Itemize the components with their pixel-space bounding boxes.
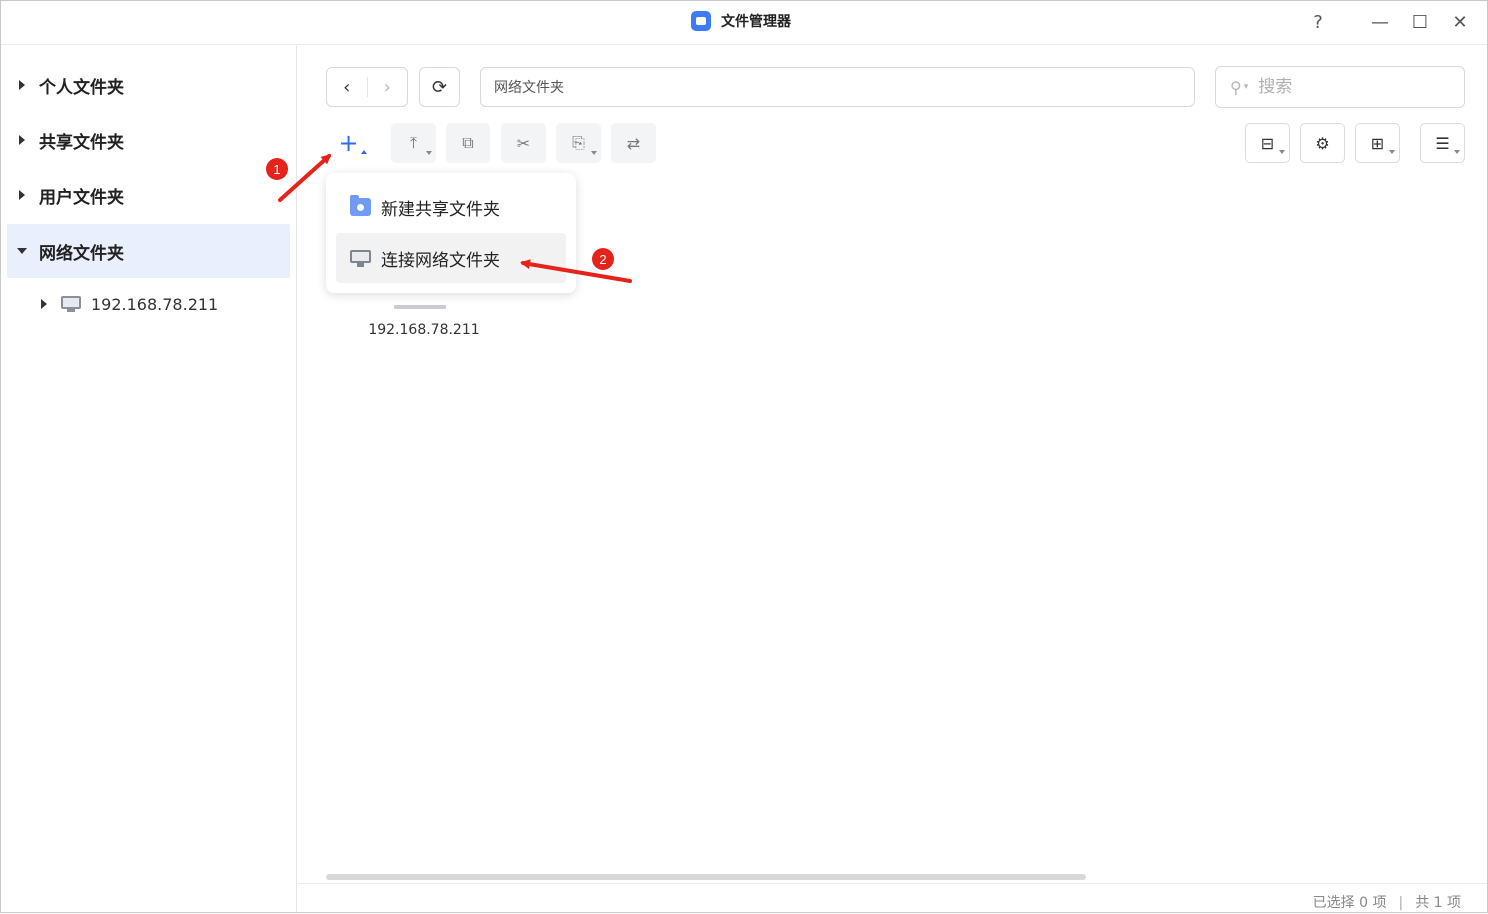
- paste-button[interactable]: ⎘: [556, 123, 601, 163]
- upload-icon: ⤒: [409, 133, 418, 152]
- search-icon: ⚲: [1230, 77, 1242, 97]
- tools-button[interactable]: ⊟: [1245, 123, 1290, 163]
- menu-item-label: 连接网络文件夹: [381, 250, 500, 271]
- sort-icon: ☰: [1435, 133, 1450, 153]
- dropdown-arrow-icon: [426, 151, 432, 155]
- sidebar-item-label: 个人文件夹: [39, 77, 124, 98]
- copy-button[interactable]: ⧉: [446, 123, 490, 163]
- file-manager-window: 文件管理器 ? — ☐ ✕ 个人文件夹 共享文件夹 用户文件夹 网络文件夹 19…: [0, 0, 1488, 913]
- annotation-step-1: 1: [266, 158, 288, 180]
- dropdown-arrow-icon: [591, 151, 597, 155]
- plus-icon: +: [338, 129, 359, 157]
- expand-arrow-icon[interactable]: [19, 80, 25, 90]
- copy-icon: ⧉: [462, 133, 474, 152]
- app-title: 文件管理器: [721, 14, 791, 30]
- sidebar-item-users[interactable]: 用户文件夹: [7, 168, 290, 222]
- maximize-button[interactable]: ☐: [1405, 7, 1435, 37]
- refresh-button[interactable]: ⟳: [419, 67, 460, 107]
- sidebar-item-shared[interactable]: 共享文件夹: [7, 113, 290, 167]
- new-button[interactable]: +: [326, 123, 371, 163]
- forward-button[interactable]: ›: [367, 68, 407, 106]
- cut-button[interactable]: ✂: [501, 123, 546, 163]
- move-icon: ⇄: [626, 133, 641, 153]
- expand-arrow-icon[interactable]: [41, 299, 47, 309]
- menu-item-connect-network-folder[interactable]: 连接网络文件夹: [336, 233, 566, 283]
- shared-folder-icon: [350, 195, 371, 216]
- sidebar-item-network[interactable]: 网络文件夹: [7, 224, 290, 278]
- sidebar-item-label: 用户文件夹: [39, 187, 124, 208]
- view-mode-button[interactable]: ⊞: [1355, 123, 1400, 163]
- status-bar: 已选择 0 项 | 共 1 项: [298, 883, 1487, 912]
- sidebar-item-label: 网络文件夹: [39, 243, 124, 264]
- path-text: 网络文件夹: [494, 80, 564, 96]
- dropdown-arrow-icon: [361, 150, 367, 154]
- status-text: 已选择 0 项 | 共 1 项: [1313, 892, 1461, 912]
- file-item-label: 192.168.78.211: [368, 322, 480, 338]
- selected-count: 已选择 0 项: [1312, 895, 1387, 911]
- sidebar-item-label: 共享文件夹: [39, 132, 124, 153]
- dropdown-arrow-icon: [1454, 150, 1460, 154]
- total-count: 共 1 项: [1415, 895, 1461, 911]
- dropdown-arrow-icon: [1389, 150, 1395, 154]
- paste-icon: ⎘: [572, 133, 585, 152]
- move-button[interactable]: ⇄: [611, 123, 656, 163]
- menu-item-new-shared-folder[interactable]: 新建共享文件夹: [336, 182, 566, 232]
- expand-arrow-icon[interactable]: [19, 135, 25, 145]
- help-button[interactable]: ?: [1303, 7, 1333, 37]
- minimize-button[interactable]: —: [1365, 7, 1395, 37]
- new-dropdown-menu: 新建共享文件夹 连接网络文件夹: [326, 173, 576, 293]
- sidebar-item-personal[interactable]: 个人文件夹: [7, 58, 290, 112]
- status-separator: |: [1398, 895, 1404, 911]
- gear-icon: ⚙: [1315, 133, 1330, 153]
- dropdown-arrow-icon: [1279, 150, 1285, 154]
- chevron-down-icon[interactable]: ▾: [1244, 82, 1249, 92]
- sort-button[interactable]: ☰: [1420, 123, 1465, 163]
- network-computer-icon: [350, 249, 371, 267]
- search-box[interactable]: ⚲ ▾: [1215, 66, 1465, 108]
- scissors-icon: ✂: [516, 133, 531, 153]
- annotation-step-2: 2: [592, 248, 614, 270]
- navigation-group: ‹ ›: [326, 67, 408, 107]
- menu-item-label: 新建共享文件夹: [381, 199, 500, 220]
- title-bar: 文件管理器 ? — ☐ ✕: [1, 1, 1487, 45]
- close-button[interactable]: ✕: [1445, 7, 1475, 37]
- folder-icon: [691, 11, 711, 31]
- horizontal-scrollbar[interactable]: [326, 874, 1086, 880]
- sidebar-subitem-network-host[interactable]: 192.168.78.211: [31, 291, 218, 317]
- collapse-arrow-icon[interactable]: [17, 248, 27, 254]
- back-button[interactable]: ‹: [327, 68, 367, 106]
- expand-arrow-icon[interactable]: [19, 190, 25, 200]
- computer-icon: [61, 296, 81, 312]
- path-bar[interactable]: 网络文件夹: [480, 67, 1195, 107]
- grid-icon: ⊞: [1370, 133, 1385, 153]
- sidebar: 个人文件夹 共享文件夹 用户文件夹 网络文件夹 192.168.78.211: [1, 46, 297, 912]
- title-group: 文件管理器: [691, 10, 791, 32]
- upload-button[interactable]: ⤒: [391, 123, 436, 163]
- sidebar-subitem-label: 192.168.78.211: [91, 294, 219, 314]
- search-input[interactable]: [1258, 77, 1439, 97]
- briefcase-icon: ⊟: [1260, 133, 1275, 153]
- settings-button[interactable]: ⚙: [1300, 123, 1345, 163]
